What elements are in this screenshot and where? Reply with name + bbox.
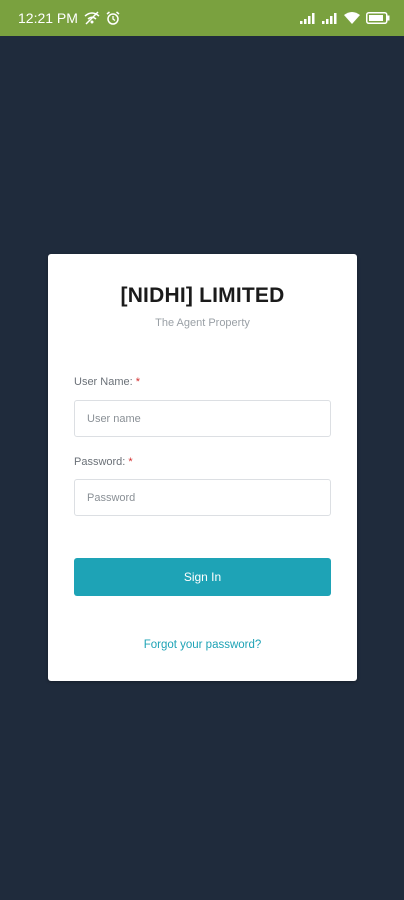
username-input[interactable]: [74, 400, 331, 437]
battery-icon: [366, 12, 390, 24]
password-input[interactable]: [74, 479, 331, 516]
company-subtitle: The Agent Property: [155, 317, 250, 329]
alarm-icon: [106, 11, 120, 25]
sign-in-button[interactable]: Sign In: [74, 558, 331, 596]
status-right: [300, 12, 390, 24]
company-title: [NIDHI] LIMITED: [120, 284, 285, 307]
login-card: [NIDHI] LIMITED The Agent Property User …: [48, 254, 357, 681]
status-bar: 12:21 PM: [0, 0, 404, 36]
status-time: 12:21 PM: [18, 10, 78, 26]
signal-icon: [322, 12, 338, 24]
forgot-password-link[interactable]: Forgot your password?: [48, 639, 357, 651]
username-label-text: User Name:: [74, 376, 133, 388]
wifi-icon: [344, 12, 360, 24]
signal-icon: [300, 12, 316, 24]
username-label: User Name: *: [74, 376, 140, 388]
password-label: Password: *: [74, 456, 133, 468]
required-marker: *: [135, 376, 140, 388]
wifi-off-icon: [84, 11, 100, 25]
status-left: 12:21 PM: [18, 10, 120, 26]
required-marker: *: [128, 456, 133, 468]
password-label-text: Password:: [74, 456, 126, 468]
